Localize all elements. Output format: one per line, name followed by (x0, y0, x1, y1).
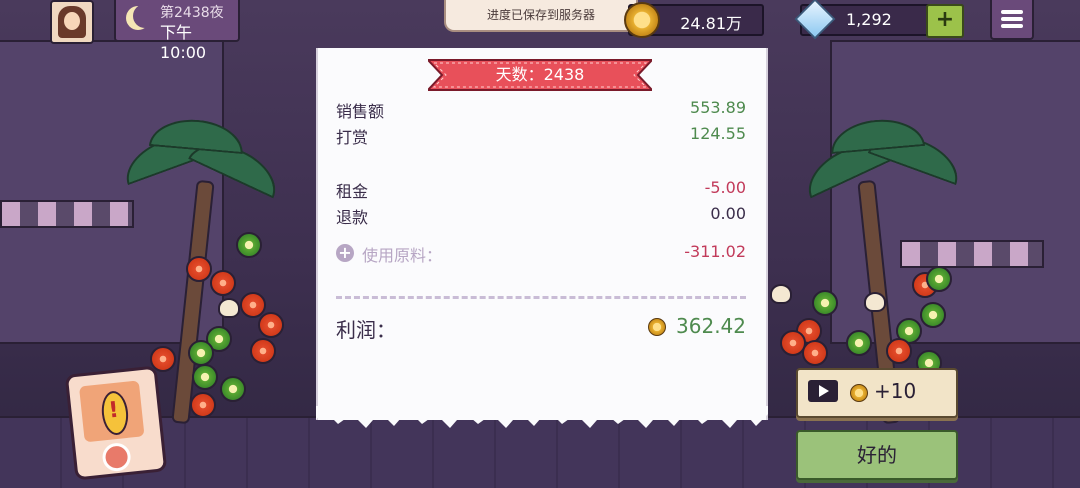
pepper-icon (920, 302, 946, 328)
coin-icon (648, 318, 666, 336)
profit-value: 362.42 (676, 314, 746, 338)
receipt-row-rent: 租金 -5.00 (336, 178, 746, 202)
play-video-icon (808, 380, 838, 402)
receipt-profit: 利润： 362.42 (336, 314, 746, 344)
ad-reward-label: +10 (874, 379, 917, 403)
exclamation-icon (99, 389, 131, 437)
row-value: -5.00 (704, 178, 746, 197)
pepper-icon (188, 340, 214, 366)
garlic-icon (770, 284, 792, 304)
pepper-icon (192, 364, 218, 390)
coin-icon (850, 384, 868, 402)
day-time-panel: 第2438夜 下午10:00 (114, 0, 240, 62)
receipt-row-refund: 退款 0.00 (336, 204, 746, 228)
moon-icon (126, 4, 157, 30)
pepper-icon (846, 330, 872, 356)
coin-icon (624, 2, 660, 38)
row-label: 打赏 (336, 128, 369, 147)
receipt-row-tips: 打赏 124.55 (336, 124, 746, 148)
menu-button[interactable] (990, 0, 1034, 40)
receipt-torn-edge (316, 406, 768, 428)
row-label: 退款 (336, 208, 369, 227)
row-label: 使用原料： (362, 246, 443, 265)
coin-amount: 24.81万 (680, 14, 742, 33)
notification-dot-icon (101, 441, 132, 473)
row-value: 553.89 (690, 98, 746, 117)
row-label: 销售额 (336, 102, 385, 121)
tomato-icon (210, 270, 236, 296)
pepper-icon (926, 266, 952, 292)
tomato-icon (190, 392, 216, 418)
watch-ad-button[interactable]: +10 (796, 368, 958, 418)
profit-label: 利润： (336, 318, 396, 342)
pepper-icon (236, 232, 262, 258)
diamond-icon (794, 0, 836, 40)
pepper-icon (220, 376, 246, 402)
receipt-row-sales: 销售额 553.89 (336, 98, 746, 122)
add-gems-button[interactable]: + (926, 4, 964, 38)
save-toast: 进度已保存到服务器 (444, 0, 638, 32)
receipt-row-ingredients[interactable]: + 使用原料： -311.02 (336, 242, 746, 266)
day-title: 天数：2438 (495, 65, 585, 84)
expand-plus-icon[interactable]: + (336, 244, 354, 262)
row-label: 租金 (336, 182, 369, 201)
receipt-divider (336, 296, 746, 299)
ok-button[interactable]: 好的 (796, 430, 958, 480)
row-value: 0.00 (710, 204, 746, 223)
alert-card-button[interactable] (64, 365, 168, 481)
hamburger-icon (1001, 10, 1023, 14)
row-value: 124.55 (690, 124, 746, 143)
awning-left (0, 200, 134, 228)
pepper-icon (812, 290, 838, 316)
tomato-icon (250, 338, 276, 364)
tomato-icon (886, 338, 912, 364)
player-avatar[interactable] (50, 0, 94, 44)
coin-balance: 24.81万 (624, 2, 764, 38)
tomato-icon (186, 256, 212, 282)
garlic-icon (218, 298, 240, 318)
tomato-icon (802, 340, 828, 366)
game-clock: 下午10:00 (160, 23, 207, 62)
awning-right (900, 240, 1044, 268)
row-value: -311.02 (684, 242, 746, 261)
gem-balance: 1,292 + (794, 0, 964, 40)
garlic-icon (864, 292, 886, 312)
tomato-icon (258, 312, 284, 338)
gem-amount: 1,292 (846, 10, 892, 29)
